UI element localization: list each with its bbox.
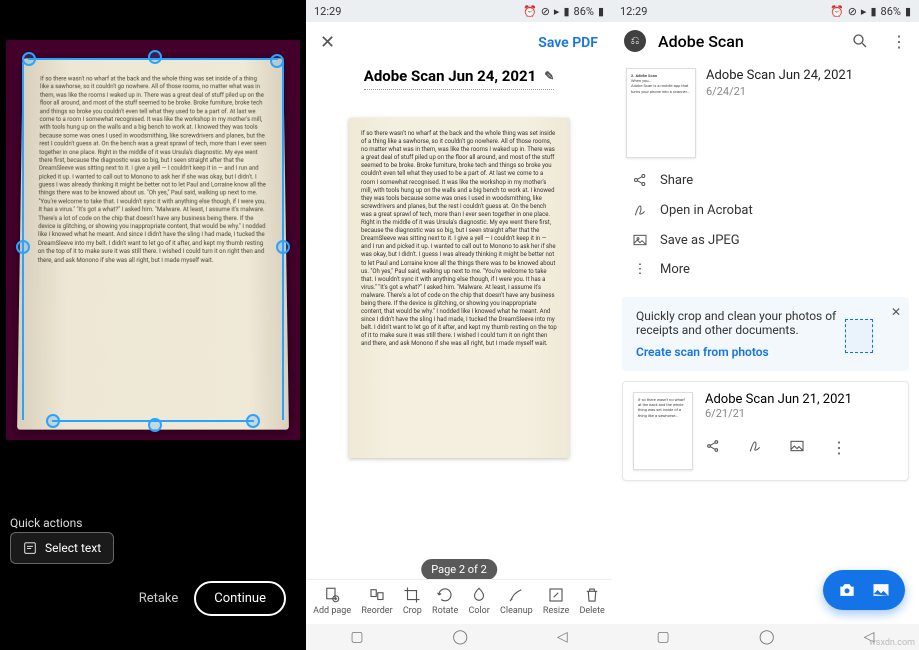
search-icon[interactable]: [851, 32, 869, 50]
alarm-icon: ⏰: [523, 5, 537, 18]
library-pane: 12:29 ⏰ ⊘ ▸ ▮ 86% ▮ ⎌ Adobe Scan ⋮ 2. Ad…: [612, 0, 919, 650]
reorder-button[interactable]: Reorder: [361, 586, 392, 616]
close-icon[interactable]: ✕: [891, 305, 901, 319]
page-text: If so there wasn't no wharf at the back …: [36, 76, 271, 411]
battery-icon: ▮: [905, 5, 911, 18]
crop-handle[interactable]: [46, 414, 60, 428]
add-page-icon: [323, 586, 341, 604]
wifi-icon: ▸: [861, 5, 867, 18]
attribution: wsxdn.com: [869, 638, 915, 648]
nav-home-icon[interactable]: ◯: [759, 629, 775, 645]
resize-button[interactable]: Resize: [543, 586, 569, 616]
battery-text: 86%: [574, 5, 594, 18]
more-button[interactable]: ⋮More: [630, 256, 903, 283]
battery-text: 86%: [881, 5, 901, 18]
delete-icon: [583, 586, 601, 604]
crop-handle[interactable]: [148, 50, 162, 64]
retake-button[interactable]: Retake: [139, 591, 179, 606]
crop-handle[interactable]: [246, 414, 260, 428]
crop-handle[interactable]: [148, 418, 162, 432]
wifi-icon: ▸: [554, 5, 560, 18]
color-icon: [470, 586, 488, 604]
close-icon[interactable]: ✕: [320, 32, 335, 53]
share-icon: [632, 172, 648, 188]
document-thumbnail: If so there wasn't no wharf at the back …: [633, 392, 693, 470]
add-page-button[interactable]: Add page: [313, 586, 351, 616]
scan-fab[interactable]: [823, 570, 905, 610]
save-jpeg-button[interactable]: Save as JPEG: [630, 226, 903, 254]
battery-icon: ▮: [598, 5, 604, 18]
dnd-icon: ⊘: [848, 5, 857, 18]
gallery-icon: [871, 580, 891, 600]
crop-icon: [403, 586, 421, 604]
document-title: Adobe Scan Jun 21, 2021: [705, 392, 898, 407]
document-actions-menu: Share Open in Acrobat Save as JPEG ⋮More: [612, 166, 919, 289]
crop-handle[interactable]: [270, 54, 284, 68]
adobe-scan-logo-icon: ⎌: [624, 30, 646, 52]
tip-card: ✕ Quickly crop and clean your photos of …: [622, 297, 909, 371]
quick-actions-label: Quick actions: [10, 516, 82, 530]
rotate-icon: [436, 586, 454, 604]
nav-recent-icon[interactable]: ▢: [350, 629, 363, 645]
signal-icon: ▮: [870, 5, 876, 18]
document-date: 6/21/21: [705, 407, 898, 420]
document-title[interactable]: Adobe Scan Jun 24, 2021 ✎: [364, 67, 555, 90]
color-button[interactable]: Color: [468, 586, 489, 616]
delete-button[interactable]: Delete: [579, 586, 604, 616]
document-title: Adobe Scan Jun 24, 2021: [706, 68, 905, 83]
resize-icon: [547, 586, 565, 604]
select-text-button[interactable]: Select text: [10, 532, 114, 564]
signal-icon: ▮: [563, 5, 569, 18]
status-bar: 12:29 ⏰ ⊘ ▸ ▮ 86% ▮: [306, 0, 612, 22]
capture-review-pane: If so there wasn't no wharf at the back …: [0, 0, 306, 650]
nav-recent-icon[interactable]: ▢: [657, 629, 670, 645]
document-date: 6/24/21: [706, 85, 905, 98]
crop-handle[interactable]: [22, 52, 36, 66]
crop-button[interactable]: Crop: [403, 586, 422, 616]
status-time: 12:29: [620, 5, 647, 18]
crop-handle[interactable]: [276, 240, 290, 254]
select-text-icon: [23, 541, 37, 555]
nav-home-icon[interactable]: ◯: [452, 629, 468, 645]
image-icon: [632, 232, 648, 248]
alarm-icon: ⏰: [830, 5, 844, 18]
overflow-icon[interactable]: ⋮: [831, 438, 847, 458]
recent-document: 2. Adobe ScanWhen you…Adobe Scan is a mo…: [612, 60, 919, 166]
document-thumbnail[interactable]: 2. Adobe ScanWhen you…Adobe Scan is a mo…: [626, 68, 696, 158]
save-pdf-button[interactable]: Save PDF: [538, 35, 598, 51]
edit-scan-pane: 12:29 ⏰ ⊘ ▸ ▮ 86% ▮ ✕ Save PDF Adobe Sca…: [306, 0, 612, 650]
camera-icon: [837, 580, 857, 600]
app-bar: ⎌ Adobe Scan ⋮: [612, 22, 919, 60]
crop-handle[interactable]: [16, 240, 30, 254]
acrobat-icon[interactable]: [747, 438, 763, 458]
reorder-icon: [368, 586, 386, 604]
status-bar: 12:29 ⏰ ⊘ ▸ ▮ 86% ▮: [612, 0, 919, 22]
page-indicator: Page 2 of 2: [421, 559, 497, 580]
nav-back-icon[interactable]: ◁: [557, 629, 568, 645]
cleanup-button[interactable]: Cleanup: [500, 586, 533, 616]
pencil-icon[interactable]: ✎: [544, 69, 554, 83]
more-icon: ⋮: [632, 262, 648, 277]
android-navbar: ▢ ◯ ◁: [306, 624, 612, 650]
open-acrobat-button[interactable]: Open in Acrobat: [630, 196, 903, 224]
app-title: Adobe Scan: [658, 32, 839, 51]
rotate-button[interactable]: Rotate: [432, 586, 458, 616]
edit-toolbar: Add page Reorder Crop Rotate Color Clean…: [306, 579, 612, 622]
scan-preview[interactable]: If so there wasn't no wharf at the back …: [349, 118, 569, 458]
acrobat-icon: [632, 202, 648, 218]
receipt-icon: [845, 319, 873, 353]
crop-area[interactable]: If so there wasn't no wharf at the back …: [6, 40, 300, 440]
status-time: 12:29: [314, 5, 341, 18]
continue-button[interactable]: Continue: [194, 581, 286, 616]
image-icon[interactable]: [789, 438, 805, 458]
scanned-book-page: If so there wasn't no wharf at the back …: [17, 58, 289, 429]
cleanup-icon: [507, 586, 525, 604]
share-icon[interactable]: [705, 438, 721, 458]
share-button[interactable]: Share: [630, 166, 903, 194]
dnd-icon: ⊘: [541, 5, 550, 18]
document-card[interactable]: If so there wasn't no wharf at the back …: [622, 381, 909, 481]
overflow-icon[interactable]: ⋮: [891, 32, 907, 51]
